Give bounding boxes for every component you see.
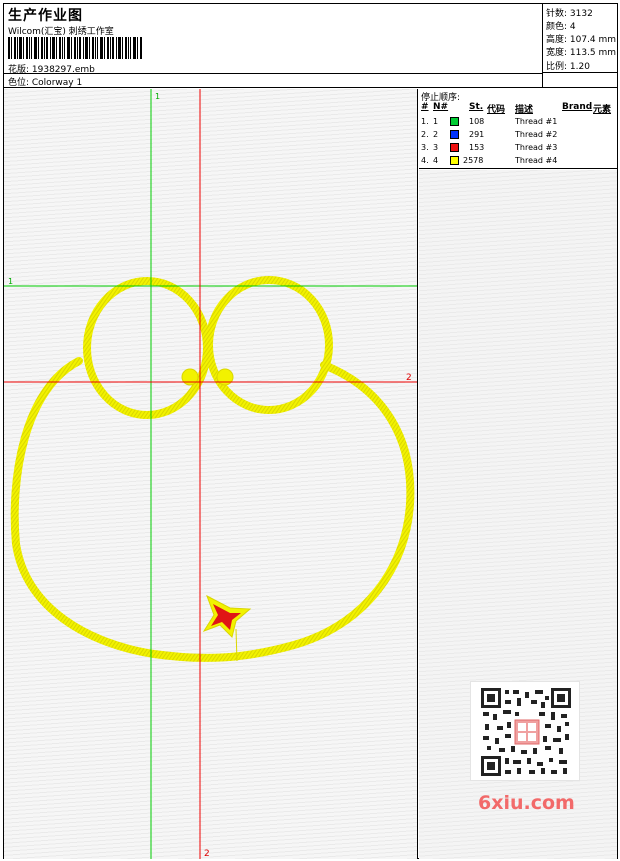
right-eye [205,276,333,414]
left-pupil [181,368,199,386]
row-desc: Thread #1 [515,117,558,126]
row-stitches: 108 [469,117,485,126]
col-code: 代码 [487,105,506,115]
header-info: 生产作业图 Wilcom(汇宝) 刺绣工作室 花版: 1938297.emb 色… [4,4,542,88]
worksheet-header: 生产作业图 Wilcom(汇宝) 刺绣工作室 花版: 1938297.emb 色… [4,4,618,88]
design-preview: 1 1 2 2 [4,89,418,859]
col-element: 元素 [593,105,612,115]
software-name: Wilcom(汇宝) 刺绣工作室 [8,27,114,37]
red-guide-right-label: 2 [406,373,412,383]
stats-divider [543,72,618,73]
red-guide-bottom-label: 2 [204,849,210,859]
row-stitches: 2578 [463,156,484,165]
green-guide-top-label: 1 [155,92,160,101]
design-scale: 比例: 1.20 [546,62,590,72]
color-swatch [450,156,459,165]
qr-code-image [481,688,571,776]
qr-code [470,681,580,781]
row-n: 1 [433,117,439,126]
col-st: St. [469,102,484,112]
row-num: 4. [421,156,429,165]
body-outline [10,357,415,662]
row-n: 3 [433,143,439,152]
row-n: 4 [433,156,439,165]
design-width: 宽度: 113.5 mm [546,48,617,58]
embroidery-drawing: 1 1 2 2 [4,89,417,859]
right-pupil [216,368,234,386]
header-divider [4,73,542,74]
watermark-logo: 6xiu.com [478,792,575,814]
design-stats: 针数: 3132 颜色: 4 高度: 107.4 mm 宽度: 113.5 mm… [542,4,618,88]
color-swatch [450,130,459,139]
color-swatch [450,143,459,152]
design-height: 高度: 107.4 mm [546,35,617,45]
table-row: 2. 2 291 Thread #2 [419,129,617,142]
stop-sequence-header: # N# St. 代码 描述 Brand 元素 [419,102,617,115]
stop-sequence-panel: 停止顺序: # N# St. 代码 描述 Brand 元素 1. 1 108 T… [419,89,617,169]
left-eye [83,277,211,419]
table-row: 3. 3 153 Thread #3 [419,142,617,155]
production-worksheet: 生产作业图 Wilcom(汇宝) 刺绣工作室 花版: 1938297.emb 色… [3,3,618,859]
stitch-count: 针数: 3132 [546,9,593,19]
barcode [8,37,142,59]
col-brand: Brand [562,102,593,112]
col-n: N# [433,102,449,112]
page-title: 生产作业图 [8,8,83,24]
color-swatch [450,117,459,126]
row-desc: Thread #3 [515,143,558,152]
col-num: # [421,102,429,112]
col-desc: 描述 [515,105,534,115]
row-n: 2 [433,130,439,139]
row-num: 2. [421,130,429,139]
color-count: 颜色: 4 [546,22,576,32]
row-desc: Thread #2 [515,130,558,139]
row-desc: Thread #4 [515,156,558,165]
row-stitches: 153 [469,143,485,152]
row-num: 1. [421,117,429,126]
colorway: 色位: Colorway 1 [8,78,83,88]
green-guide-left-label: 1 [8,277,13,286]
table-row: 4. 4 2578 Thread #4 [419,155,617,168]
row-stitches: 291 [469,130,485,139]
row-num: 3. [421,143,429,152]
table-row: 1. 1 108 Thread #1 [419,116,617,129]
